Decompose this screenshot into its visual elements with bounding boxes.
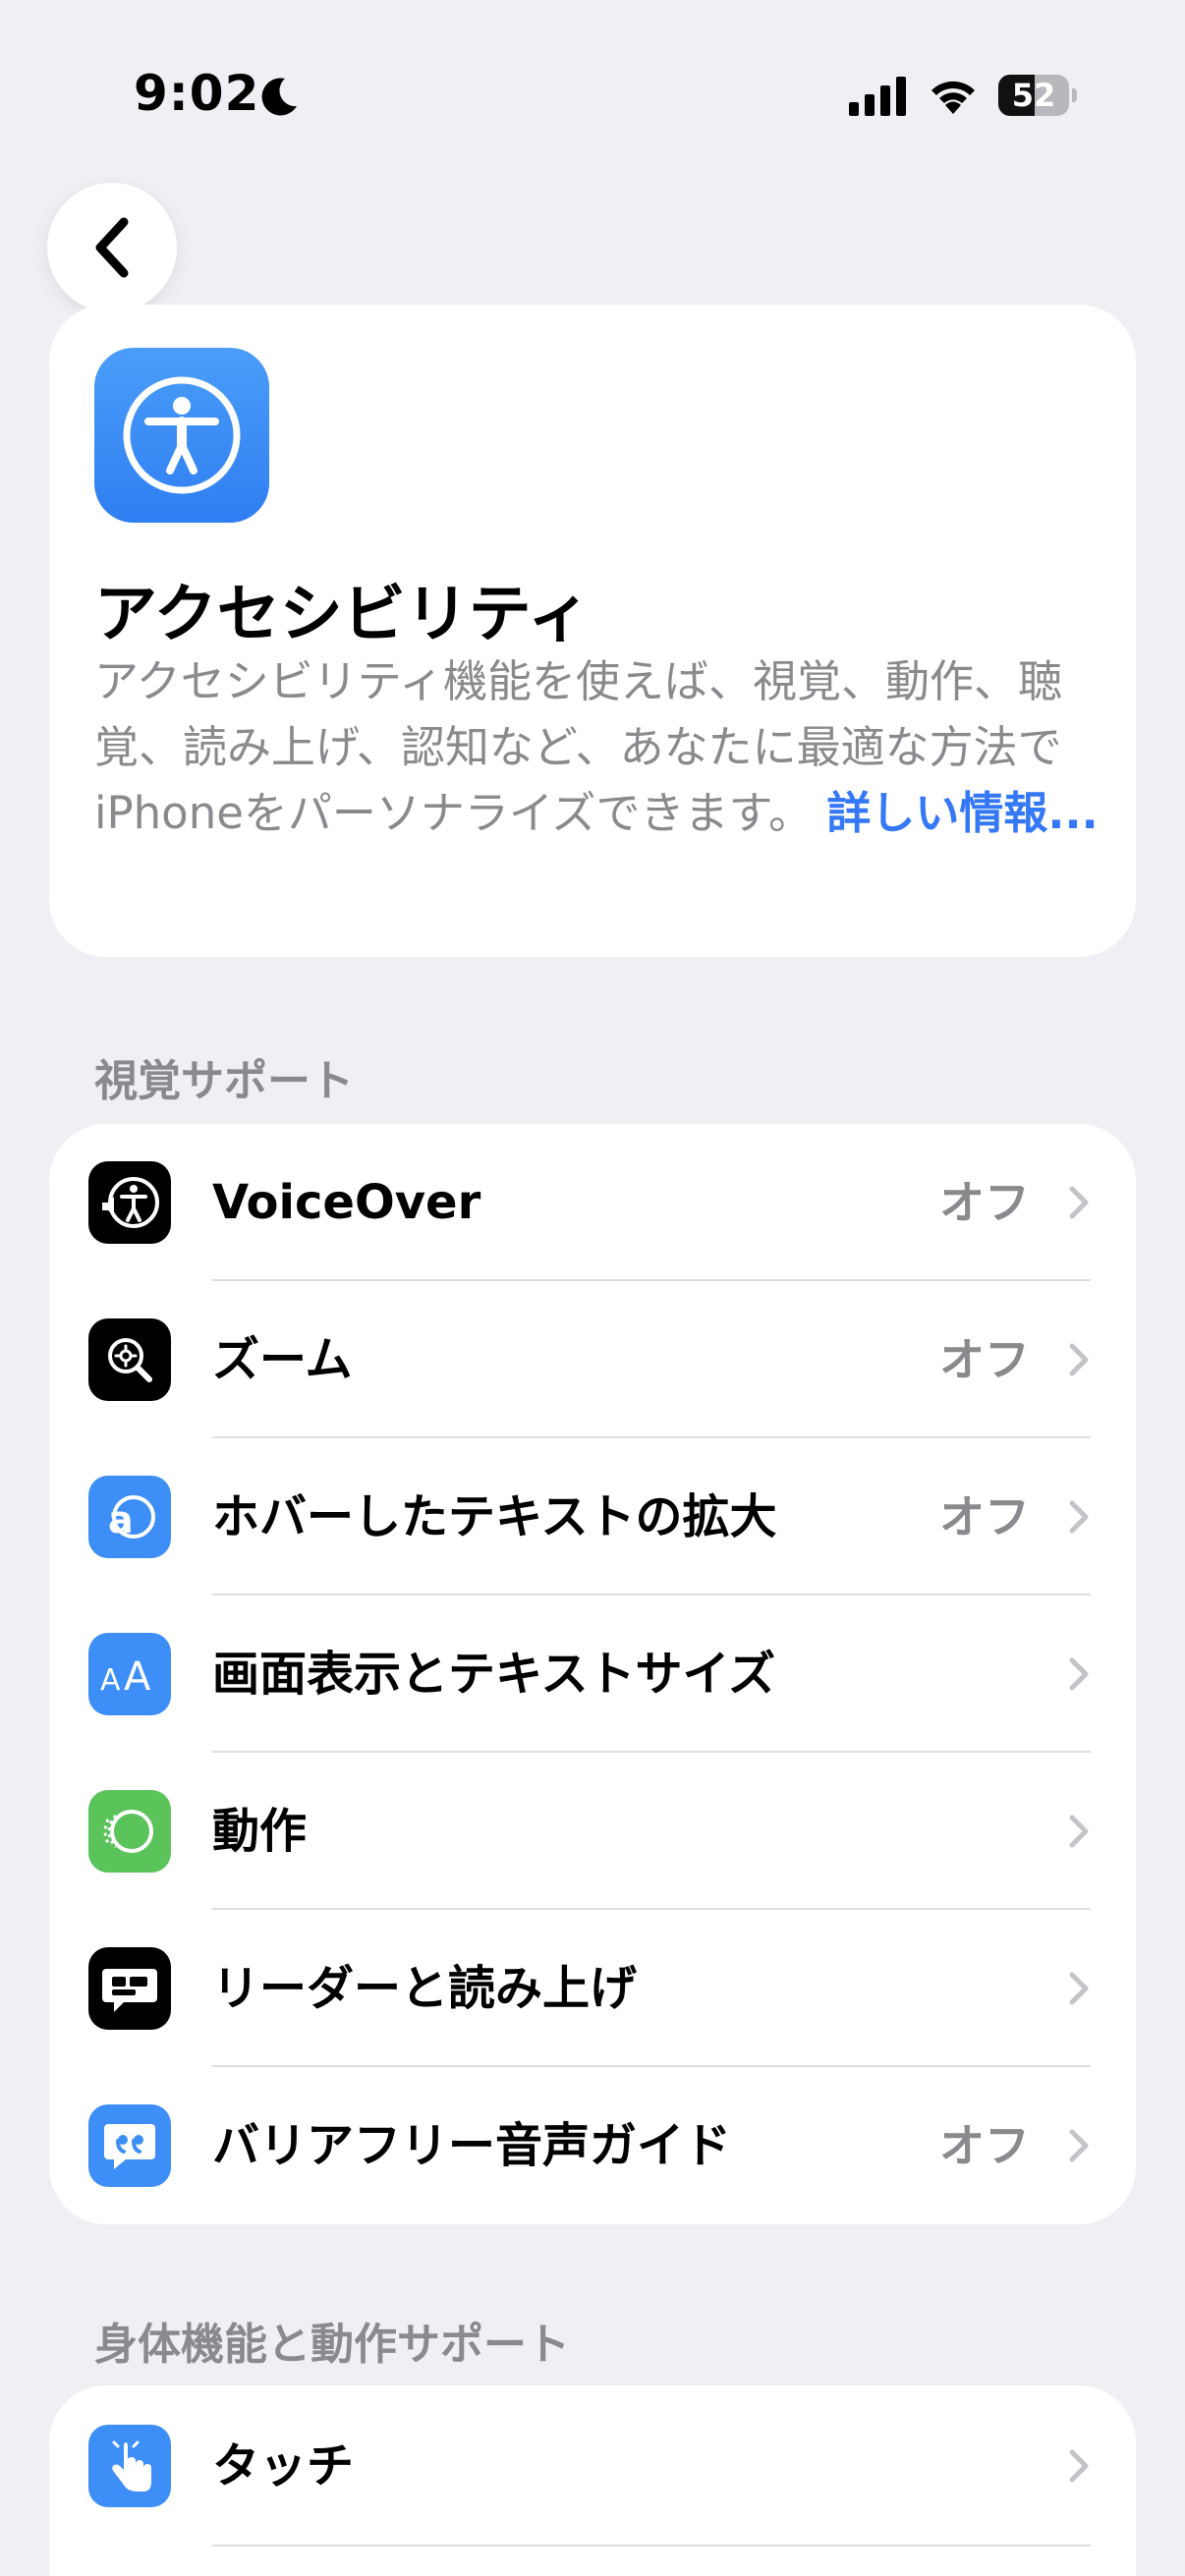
chevron-right-icon (1069, 1500, 1089, 1534)
row-label: バリアフリー音声ガイド (212, 2118, 732, 2173)
settings-row-display-text-size[interactable]: A A 画面表示とテキストサイズ (49, 1596, 1136, 1753)
cellular-signal-icon (849, 77, 906, 116)
page-description: アクセシビリティ機能を使えば、視覚、動作、聴覚、読み上げ、認知など、あなたに最適… (94, 648, 1106, 846)
battery-body: 52 (998, 75, 1069, 116)
settings-row-zoom[interactable]: ズーム オフ (49, 1281, 1136, 1438)
chevron-right-icon (1069, 1657, 1089, 1691)
svg-text:a: a (108, 1498, 134, 1541)
row-value: オフ (939, 2119, 1030, 2172)
row-label: 動作 (212, 1804, 308, 1859)
row-label: VoiceOver (212, 1175, 481, 1230)
physical-settings-group: タッチ (49, 2385, 1136, 2576)
wifi-icon (931, 81, 975, 114)
touch-icon (88, 2425, 171, 2507)
row-label: ズーム (212, 1332, 353, 1387)
back-button[interactable] (47, 183, 177, 312)
settings-row-hover-text[interactable]: a ホバーしたテキストの拡大 オフ (49, 1438, 1136, 1596)
vision-settings-group: VoiceOver オフ ズーム オフ a ホバーしたテキストの拡大 オフ A … (49, 1124, 1136, 2224)
motion-icon (88, 1790, 171, 1873)
settings-row-motion[interactable]: 動作 (49, 1753, 1136, 1910)
hover-text-icon: a (88, 1476, 171, 1558)
settings-row-touch[interactable]: タッチ (49, 2385, 1136, 2547)
battery-indicator: 52 (998, 75, 1079, 116)
section-header-vision: 視覚サポート (94, 1056, 354, 1106)
battery-cap (1072, 88, 1077, 102)
accessibility-figure-icon (123, 376, 241, 494)
accessibility-settings-screen: 9:02 52 アクセシビリティ アクセシビリティ機能を使えば、視覚、動作、聴覚… (0, 0, 1185, 2576)
chevron-right-icon (1069, 2449, 1089, 2483)
moon-icon (261, 78, 297, 116)
row-label: リーダーと読み上げ (212, 1961, 638, 2016)
settings-row-voiceover[interactable]: VoiceOver オフ (49, 1124, 1136, 1281)
status-bar: 9:02 52 (0, 0, 1185, 196)
section-header-physical: 身体機能と動作サポート (94, 2320, 570, 2370)
settings-row-spoken-content[interactable]: リーダーと読み上げ (49, 1910, 1136, 2067)
row-separator (212, 2545, 1091, 2547)
row-label: タッチ (212, 2438, 355, 2493)
chevron-left-icon (95, 217, 129, 278)
row-value: オフ (939, 1490, 1030, 1543)
row-value: オフ (939, 1176, 1030, 1229)
row-label: 画面表示とテキストサイズ (212, 1647, 776, 1702)
accessibility-header-card: アクセシビリティ アクセシビリティ機能を使えば、視覚、動作、聴覚、読み上げ、認知… (49, 305, 1136, 957)
status-time: 9:02 (134, 65, 260, 122)
text-size-icon: A A (88, 1633, 171, 1715)
voiceover-icon (88, 1161, 171, 1244)
zoom-icon (88, 1318, 171, 1401)
svg-text:A: A (100, 1663, 121, 1698)
accessibility-icon (94, 348, 269, 523)
chevron-right-icon (1069, 1343, 1089, 1376)
svg-text:A: A (124, 1654, 151, 1700)
chevron-right-icon (1069, 1186, 1089, 1219)
row-label: ホバーしたテキストの拡大 (212, 1489, 777, 1544)
learn-more-link[interactable]: 詳しい情報... (826, 787, 1098, 839)
battery-level: 52 (1011, 77, 1056, 114)
row-value: オフ (939, 1333, 1030, 1386)
chevron-right-icon (1069, 1972, 1089, 2005)
settings-row-audio-descriptions[interactable]: バリアフリー音声ガイド オフ (49, 2067, 1136, 2224)
spoken-content-icon (88, 1947, 171, 2030)
page-title: アクセシビリティ (94, 579, 591, 651)
chevron-right-icon (1069, 1815, 1089, 1848)
chevron-right-icon (1069, 2129, 1089, 2162)
audio-description-icon (88, 2104, 171, 2187)
